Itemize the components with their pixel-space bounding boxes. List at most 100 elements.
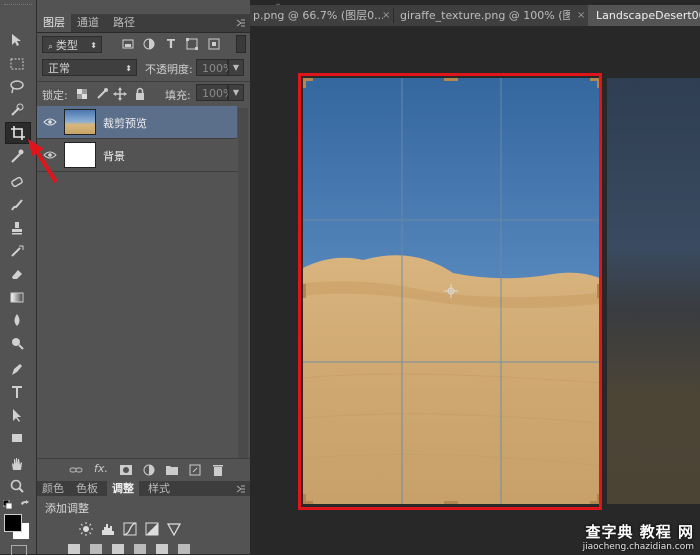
opacity-label: 不透明度:: [145, 63, 193, 76]
move-icon[interactable]: [5, 30, 29, 50]
new-adjustment-icon[interactable]: [142, 463, 156, 477]
stamp-icon[interactable]: [5, 218, 29, 238]
lock-label: 锁定:: [42, 89, 68, 102]
fill-field[interactable]: 100%: [196, 84, 233, 101]
panel-menu-icon[interactable]: [236, 18, 246, 28]
color-balance-icon[interactable]: [90, 544, 102, 554]
tab-swatches[interactable]: 色板: [71, 481, 103, 496]
dodge-icon[interactable]: [5, 333, 29, 353]
layer-style-icon[interactable]: fx.: [94, 462, 108, 475]
filter-shape-icon[interactable]: [184, 36, 200, 52]
filter-kind-select[interactable]: ⌕ 类型 ⬍: [42, 36, 102, 53]
toolbar-grip[interactable]: [4, 4, 32, 11]
doc-tab-giraffe-texture[interactable]: giraffe_texture.png @ 100% (图...: [400, 5, 570, 26]
layers-footer: fx.: [37, 458, 250, 481]
tab-color[interactable]: 颜色: [37, 481, 69, 496]
filter-type-icon[interactable]: T: [163, 36, 179, 52]
filter-smartobject-icon[interactable]: [206, 36, 222, 52]
close-icon[interactable]: ×: [577, 5, 585, 26]
eraser-icon[interactable]: [5, 264, 29, 284]
adjustments-title: 添加调整: [45, 502, 89, 515]
filter-kind-label: 类型: [55, 39, 78, 52]
curves-icon[interactable]: [123, 522, 137, 536]
tools-panel: [0, 0, 37, 555]
filter-adjustment-icon[interactable]: [141, 36, 157, 52]
lock-position-icon[interactable]: [112, 86, 128, 102]
divider: [37, 81, 250, 82]
layer-row-background[interactable]: 背景: [37, 139, 237, 172]
tab-paths[interactable]: 路径: [107, 14, 141, 32]
document-tabs: p.png @ 66.7% (图层0... × giraffe_texture.…: [250, 5, 700, 26]
shape-icon[interactable]: [5, 428, 29, 448]
doc-tab-landscape-desert[interactable]: LandscapeDesert0054: [588, 5, 700, 26]
foreground-color-swatch[interactable]: [4, 514, 22, 532]
lock-image-icon[interactable]: [94, 86, 110, 102]
lasso-icon[interactable]: [5, 77, 29, 97]
blend-mode-value: 正常: [48, 62, 70, 75]
doc-tab-p-png[interactable]: p.png @ 66.7% (图层0...: [253, 5, 383, 26]
lock-transparent-icon[interactable]: [74, 86, 90, 102]
filter-pixel-icon[interactable]: [120, 36, 136, 52]
chevron-down-icon: ⬍: [90, 41, 97, 50]
blur-icon[interactable]: [5, 310, 29, 330]
tab-styles[interactable]: 样式: [143, 481, 175, 496]
hue-saturation-icon[interactable]: [68, 544, 80, 554]
layer-thumbnail: [64, 142, 96, 168]
panel-tabs: 图层 通道 路径: [37, 14, 250, 33]
pen-icon[interactable]: [5, 359, 29, 379]
new-group-icon[interactable]: [165, 463, 179, 477]
fill-label: 填充:: [165, 89, 191, 102]
red-arrow-annotation: [28, 139, 58, 184]
tab-adjustments[interactable]: 调整: [107, 481, 139, 496]
close-icon[interactable]: ×: [382, 5, 390, 26]
chevron-down-icon: ⬍: [125, 64, 132, 73]
watermark-url: jiaocheng.chazidian.com: [582, 542, 694, 552]
highlight-frame: [298, 73, 602, 510]
tab-channels[interactable]: 通道: [71, 14, 105, 32]
cropped-out-area: [607, 78, 700, 504]
lock-all-icon[interactable]: [132, 86, 148, 102]
vibrance-icon[interactable]: [166, 522, 182, 537]
exposure-icon[interactable]: [145, 522, 159, 536]
opacity-field[interactable]: 100%: [196, 59, 233, 76]
blend-mode-select[interactable]: 正常 ⬍: [42, 59, 137, 76]
watermark-title: 查字典 教程 网: [585, 523, 694, 541]
levels-icon[interactable]: [101, 522, 115, 536]
tab-layers[interactable]: 图层: [37, 14, 71, 32]
marquee-icon[interactable]: [5, 54, 29, 74]
layer-thumbnail: [64, 109, 96, 135]
black-white-icon[interactable]: [112, 544, 124, 554]
new-layer-icon[interactable]: [188, 463, 202, 477]
gradient-icon[interactable]: [5, 287, 29, 307]
zoom-icon[interactable]: [5, 476, 29, 496]
delete-layer-icon[interactable]: [211, 463, 225, 477]
layers-panel: « 图层 通道 路径 ⌕ 类型⬍ T 正常⬍ 不透明度: 100% ▼ 锁定: …: [37, 0, 281, 554]
layer-name[interactable]: 背景: [103, 148, 125, 164]
document-canvas[interactable]: 查字典 教程 网 jiaocheng.chazidian.com: [250, 26, 700, 554]
adjustments-panel-tabs: 颜色 色板 调整 样式: [37, 481, 250, 496]
path-select-icon[interactable]: [5, 405, 29, 425]
link-layers-icon[interactable]: [69, 463, 83, 477]
brightness-contrast-icon[interactable]: [79, 522, 93, 536]
history-brush-icon[interactable]: [5, 241, 29, 261]
swap-colors-icon[interactable]: [20, 500, 30, 510]
type-icon[interactable]: [5, 382, 29, 402]
hand-icon[interactable]: [5, 454, 29, 474]
opacity-dropdown-icon[interactable]: ▼: [228, 59, 244, 76]
quick-select-icon[interactable]: [5, 100, 29, 120]
fill-dropdown-icon[interactable]: ▼: [228, 84, 244, 101]
filter-toggle-switch[interactable]: [236, 35, 246, 53]
tab-divider: [393, 8, 394, 23]
eye-icon[interactable]: [43, 117, 57, 127]
brush-icon[interactable]: [5, 195, 29, 215]
photo-filter-icon[interactable]: [134, 544, 146, 554]
panel-menu-icon[interactable]: [236, 484, 246, 494]
layer-name[interactable]: 裁剪预览: [103, 115, 147, 131]
search-icon: ⌕: [48, 42, 56, 52]
channel-mixer-icon[interactable]: [156, 544, 168, 554]
add-mask-icon[interactable]: [119, 463, 133, 477]
color-lookup-icon[interactable]: [178, 544, 190, 554]
layer-row-crop-preview[interactable]: 裁剪预览: [37, 106, 237, 139]
default-colors-icon[interactable]: [2, 499, 13, 510]
layers-scrollbar[interactable]: [238, 108, 248, 458]
